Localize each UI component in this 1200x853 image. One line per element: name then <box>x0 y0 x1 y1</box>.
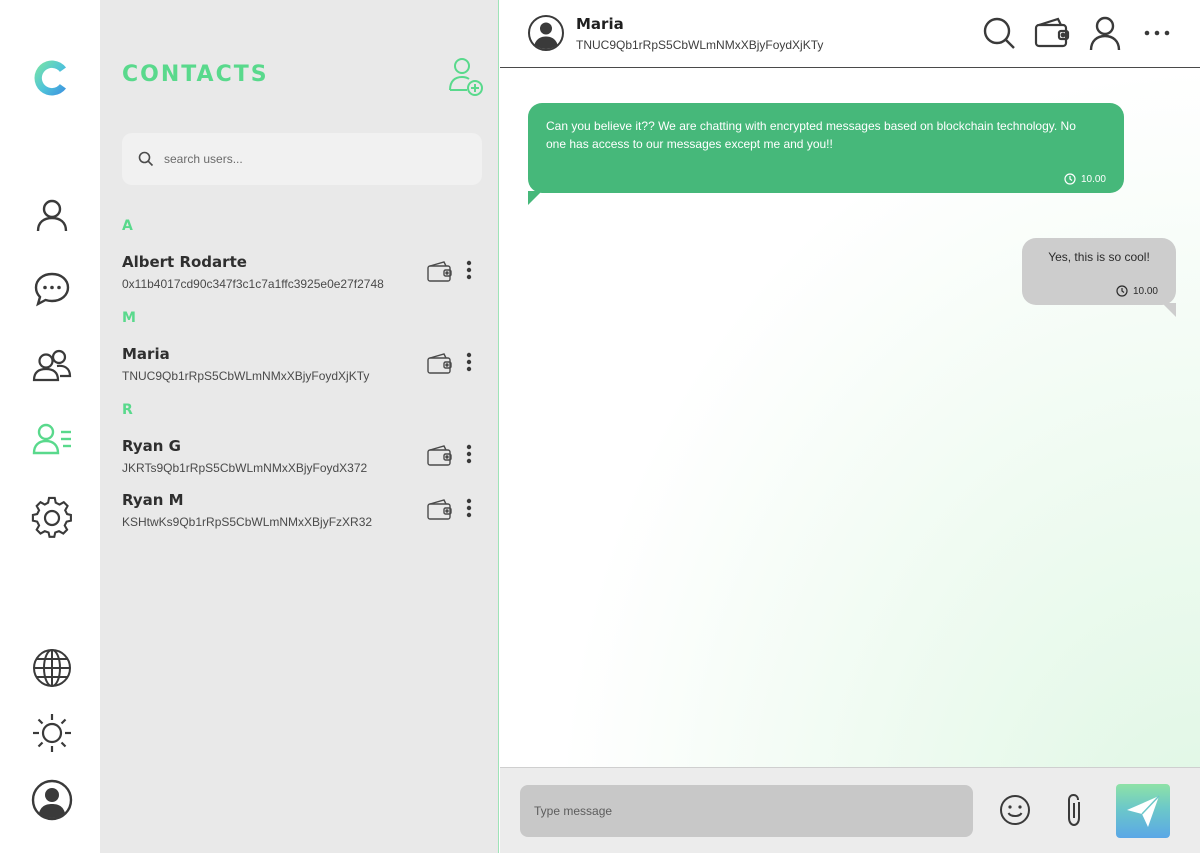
rail-chats-button[interactable] <box>26 263 78 315</box>
message-composer <box>500 767 1200 853</box>
chat-panel: Maria TNUC9Qb1rRpS5CbWLmNMxXBjyFoydXjKTy <box>500 0 1200 853</box>
add-user-icon <box>449 58 483 96</box>
chat-contact-name: Maria <box>576 15 624 33</box>
contact-name: Ryan G <box>122 437 181 455</box>
group-icon <box>32 349 72 382</box>
more-options-icon[interactable] <box>462 495 476 521</box>
contact-address: 0x11b4017cd90c347f3c1c7a1ffc3925e0e27f27… <box>122 277 384 291</box>
contact-address: TNUC9Qb1rRpS5CbWLmNMxXBjyFoydXjKTy <box>122 369 370 383</box>
message-time: 10.00 <box>1064 173 1106 185</box>
globe-icon <box>33 649 71 687</box>
message-time: 10.00 <box>1116 285 1158 297</box>
wallet-icon[interactable] <box>426 351 454 377</box>
chat-app: CONTACTS A Albert Rodarte 0x11b4017cd90c… <box>0 0 1200 853</box>
icon-rail <box>0 0 100 853</box>
contact-name: Albert Rodarte <box>122 253 247 271</box>
group-letter: A <box>122 218 133 234</box>
group-letter: M <box>122 310 136 326</box>
chat-header: Maria TNUC9Qb1rRpS5CbWLmNMxXBjyFoydXjKTy <box>500 0 1200 68</box>
bubble-tail <box>1162 303 1176 317</box>
contact-address: KSHtwKs9Qb1rRpS5CbWLmNMxXBjyFzXR32 <box>122 515 373 529</box>
search-input[interactable] <box>164 152 464 166</box>
contact-item[interactable]: Ryan G JKRTs9Qb1rRpS5CbWLmNMxXBjyFoydX37… <box>122 437 482 481</box>
send-icon <box>1127 795 1160 827</box>
wallet-icon[interactable] <box>426 259 454 285</box>
clock-icon <box>1064 173 1076 185</box>
emoji-icon[interactable] <box>998 793 1032 827</box>
message-text: Yes, this is so cool! <box>1048 250 1150 264</box>
contact-name: Ryan M <box>122 491 184 509</box>
contact-item[interactable]: Albert Rodarte 0x11b4017cd90c347f3c1c7a1… <box>122 253 482 297</box>
gear-icon <box>31 496 72 538</box>
outgoing-message: Yes, this is so cool! 10.00 <box>1022 238 1176 317</box>
contact-avatar-icon <box>528 15 564 51</box>
search-box[interactable] <box>122 133 482 185</box>
user-icon <box>36 199 68 232</box>
message-text: Can you believe it?? We are chatting wit… <box>546 119 1076 151</box>
c-logo-icon <box>34 60 66 96</box>
send-button[interactable] <box>1116 784 1170 838</box>
contact-item[interactable]: Ryan M KSHtwKs9Qb1rRpS5CbWLmNMxXBjyFzXR3… <box>122 491 482 535</box>
rail-language-button[interactable] <box>26 642 78 694</box>
contact-name: Maria <box>122 345 170 363</box>
contacts-list-icon <box>32 423 71 455</box>
more-horizontal-icon[interactable] <box>1138 14 1176 52</box>
group-letter: R <box>122 402 133 418</box>
profile-avatar-icon <box>31 779 73 821</box>
add-contact-button[interactable] <box>446 54 486 100</box>
contacts-title: CONTACTS <box>122 62 269 87</box>
rail-profile-button[interactable] <box>26 190 78 242</box>
wallet-icon[interactable] <box>426 443 454 469</box>
search-icon[interactable] <box>980 14 1018 52</box>
more-options-icon[interactable] <box>462 441 476 467</box>
more-options-icon[interactable] <box>462 349 476 375</box>
rail-account-button[interactable] <box>26 774 78 826</box>
rail-theme-button[interactable] <box>26 707 78 759</box>
message-time-value: 10.00 <box>1132 285 1158 297</box>
rail-settings-button[interactable] <box>26 491 78 543</box>
wallet-icon[interactable] <box>426 497 454 523</box>
paperclip-icon[interactable] <box>1060 792 1088 828</box>
clock-icon <box>1116 285 1128 297</box>
search-icon <box>138 151 154 167</box>
rail-groups-button[interactable] <box>26 340 78 392</box>
message-time-value: 10.00 <box>1080 173 1106 185</box>
app-logo[interactable] <box>26 52 78 104</box>
rail-contacts-button[interactable] <box>26 413 78 465</box>
more-options-icon[interactable] <box>462 257 476 283</box>
chat-bubble-icon <box>34 272 70 307</box>
contact-address: JKRTs9Qb1rRpS5CbWLmNMxXBjyFoydX372 <box>122 461 368 475</box>
wallet-icon[interactable] <box>1033 14 1071 52</box>
bubble-tail <box>528 191 542 205</box>
contact-item[interactable]: Maria TNUC9Qb1rRpS5CbWLmNMxXBjyFoydXjKTy <box>122 345 482 389</box>
sun-icon <box>33 714 71 752</box>
incoming-message: Can you believe it?? We are chatting wit… <box>528 103 1124 205</box>
chat-contact-address: TNUC9Qb1rRpS5CbWLmNMxXBjyFoydXjKTy <box>576 38 824 52</box>
user-icon[interactable] <box>1086 14 1124 52</box>
contacts-panel: CONTACTS A Albert Rodarte 0x11b4017cd90c… <box>100 0 499 853</box>
message-input[interactable] <box>520 785 973 837</box>
